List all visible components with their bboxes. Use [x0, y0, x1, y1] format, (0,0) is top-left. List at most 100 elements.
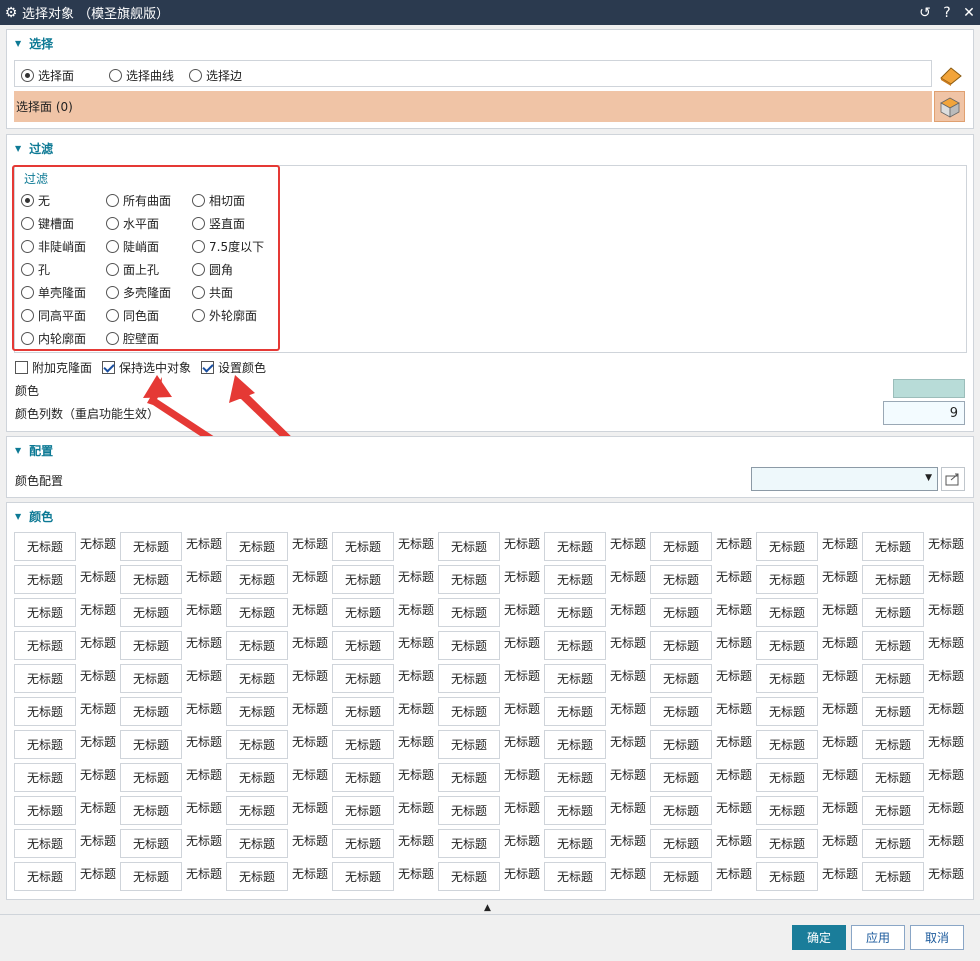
color-cell[interactable]: 无标题 [650, 631, 712, 660]
color-cell[interactable]: 无标题 [650, 532, 712, 561]
eraser-button[interactable] [934, 59, 965, 90]
color-cell[interactable]: 无标题 [14, 598, 76, 627]
color-cell[interactable]: 无标题 [818, 730, 862, 752]
color-cell[interactable]: 无标题 [606, 862, 650, 884]
color-cell[interactable]: 无标题 [756, 730, 818, 759]
radio-select-face[interactable] [21, 69, 34, 82]
color-cell[interactable]: 无标题 [544, 565, 606, 594]
color-cell[interactable]: 无标题 [76, 664, 120, 686]
color-cell[interactable]: 无标题 [818, 664, 862, 686]
color-cell[interactable]: 无标题 [818, 796, 862, 818]
color-cell[interactable]: 无标题 [712, 565, 756, 587]
color-cell[interactable]: 无标题 [182, 598, 226, 620]
color-cell[interactable]: 无标题 [544, 664, 606, 693]
color-cell[interactable]: 无标题 [438, 829, 500, 858]
color-cell[interactable]: 无标题 [438, 697, 500, 726]
color-cell[interactable]: 无标题 [120, 862, 182, 891]
color-cell[interactable]: 无标题 [756, 796, 818, 825]
color-cell[interactable]: 无标题 [712, 763, 756, 785]
color-cell[interactable]: 无标题 [544, 631, 606, 660]
color-cell[interactable]: 无标题 [500, 862, 544, 884]
color-cell[interactable]: 无标题 [862, 664, 924, 693]
color-cell[interactable]: 无标题 [182, 631, 226, 653]
color-cell[interactable]: 无标题 [544, 829, 606, 858]
color-cell[interactable]: 无标题 [14, 862, 76, 891]
color-cell[interactable]: 无标题 [818, 631, 862, 653]
color-cell[interactable]: 无标题 [182, 796, 226, 818]
color-cell[interactable]: 无标题 [712, 598, 756, 620]
color-cell[interactable]: 无标题 [606, 763, 650, 785]
color-cell[interactable]: 无标题 [226, 631, 288, 660]
color-cell[interactable]: 无标题 [332, 763, 394, 792]
help-icon[interactable]: ? [936, 5, 958, 21]
color-cell[interactable]: 无标题 [120, 763, 182, 792]
color-cell[interactable]: 无标题 [182, 862, 226, 884]
color-cell[interactable]: 无标题 [182, 532, 226, 554]
color-cell[interactable]: 无标题 [288, 598, 332, 620]
color-cell[interactable]: 无标题 [500, 697, 544, 719]
color-cell[interactable]: 无标题 [500, 631, 544, 653]
color-cell[interactable]: 无标题 [712, 532, 756, 554]
color-cell[interactable]: 无标题 [500, 532, 544, 554]
color-cell[interactable]: 无标题 [924, 664, 968, 686]
color-cell[interactable]: 无标题 [712, 862, 756, 884]
color-cell[interactable]: 无标题 [924, 631, 968, 653]
color-cell[interactable]: 无标题 [500, 763, 544, 785]
color-cell[interactable]: 无标题 [14, 532, 76, 561]
color-cell[interactable]: 无标题 [712, 664, 756, 686]
color-cell[interactable]: 无标题 [182, 565, 226, 587]
color-cell[interactable]: 无标题 [14, 763, 76, 792]
color-cell[interactable]: 无标题 [756, 664, 818, 693]
color-cell[interactable]: 无标题 [650, 697, 712, 726]
color-cell[interactable]: 无标题 [438, 565, 500, 594]
config-section-header[interactable]: ▼ 配置 [15, 442, 53, 459]
color-cell[interactable]: 无标题 [756, 532, 818, 561]
color-cell[interactable]: 无标题 [606, 532, 650, 554]
color-cell[interactable]: 无标题 [182, 763, 226, 785]
color-cell[interactable]: 无标题 [500, 565, 544, 587]
color-cell[interactable]: 无标题 [120, 829, 182, 858]
collapse-up-icon[interactable]: ▲ [484, 903, 491, 913]
color-cell[interactable]: 无标题 [182, 730, 226, 752]
color-cell[interactable]: 无标题 [288, 697, 332, 719]
color-cell[interactable]: 无标题 [288, 565, 332, 587]
color-cell[interactable]: 无标题 [120, 796, 182, 825]
color-cell[interactable]: 无标题 [606, 796, 650, 818]
color-cell[interactable]: 无标题 [76, 730, 120, 752]
export-button[interactable] [941, 467, 965, 491]
color-cell[interactable]: 无标题 [76, 565, 120, 587]
select-section-header[interactable]: ▼ 选择 [15, 35, 53, 52]
color-cell[interactable]: 无标题 [606, 730, 650, 752]
color-cell[interactable]: 无标题 [394, 763, 438, 785]
gear-icon[interactable]: ⚙ [0, 5, 22, 21]
color-cell[interactable]: 无标题 [756, 565, 818, 594]
color-cell[interactable]: 无标题 [756, 763, 818, 792]
color-cell[interactable]: 无标题 [756, 829, 818, 858]
color-cell[interactable]: 无标题 [818, 763, 862, 785]
color-cell[interactable]: 无标题 [288, 829, 332, 851]
color-cell[interactable]: 无标题 [394, 862, 438, 884]
color-cell[interactable]: 无标题 [394, 829, 438, 851]
color-cell[interactable]: 无标题 [862, 631, 924, 660]
color-cell[interactable]: 无标题 [226, 763, 288, 792]
color-cell[interactable]: 无标题 [756, 631, 818, 660]
color-cell[interactable]: 无标题 [14, 565, 76, 594]
color-cell[interactable]: 无标题 [14, 829, 76, 858]
radio-select-curve[interactable] [109, 69, 122, 82]
color-cell[interactable]: 无标题 [226, 697, 288, 726]
color-cell[interactable]: 无标题 [924, 763, 968, 785]
color-cell[interactable]: 无标题 [862, 598, 924, 627]
color-cell[interactable]: 无标题 [394, 565, 438, 587]
ok-button[interactable]: 确定 [792, 925, 846, 950]
color-cell[interactable]: 无标题 [544, 532, 606, 561]
color-cell[interactable]: 无标题 [862, 763, 924, 792]
color-cell[interactable]: 无标题 [862, 730, 924, 759]
color-config-dropdown[interactable]: ▼ [751, 467, 938, 491]
option-select-face[interactable]: 选择面 [21, 67, 74, 84]
option-select-edge[interactable]: 选择边 [189, 67, 242, 84]
option-select-curve[interactable]: 选择曲线 [109, 67, 174, 84]
color-cell[interactable]: 无标题 [226, 829, 288, 858]
color-cell[interactable]: 无标题 [394, 796, 438, 818]
color-cell[interactable]: 无标题 [924, 796, 968, 818]
color-cell[interactable]: 无标题 [924, 532, 968, 554]
